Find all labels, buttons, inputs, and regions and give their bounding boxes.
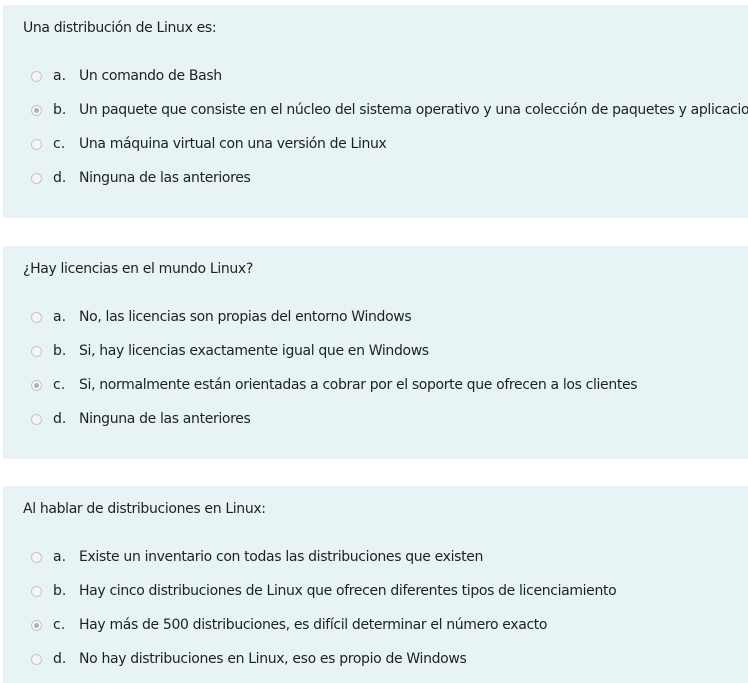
answer-option-1b[interactable]: b. Un paquete que consiste en el núcleo … <box>3 100 748 124</box>
radio-button[interactable] <box>31 586 42 597</box>
radio-button[interactable] <box>31 346 42 357</box>
answer-text: No, las licencias son propias del entorn… <box>79 309 412 325</box>
answer-letter: c. <box>53 377 66 393</box>
answer-letter: a. <box>53 68 67 84</box>
radio-button-selected[interactable] <box>31 620 42 631</box>
answer-option-2b[interactable]: b. Si, hay licencias exactamente igual q… <box>3 341 748 365</box>
answer-text: No hay distribuciones en Linux, eso es p… <box>79 651 467 667</box>
answer-letter: a. <box>53 309 67 325</box>
answer-option-1c[interactable]: c. Una máquina virtual con una versión d… <box>3 134 748 158</box>
answer-option-1a[interactable]: a. Un comando de Bash <box>3 66 748 90</box>
radio-button[interactable] <box>31 654 42 665</box>
question-card-3: Al hablar de distribuciones en Linux: a.… <box>3 486 748 683</box>
radio-button[interactable] <box>31 173 42 184</box>
answer-letter: d. <box>53 651 67 667</box>
radio-button[interactable] <box>31 552 42 563</box>
answer-letter: a. <box>53 549 67 565</box>
answer-option-3b[interactable]: b. Hay cinco distribuciones de Linux que… <box>3 581 748 605</box>
answer-letter: b. <box>53 102 67 118</box>
radio-button[interactable] <box>31 71 42 82</box>
answer-option-2a[interactable]: a. No, las licencias son propias del ent… <box>3 307 748 331</box>
answer-text: Ninguna de las anteriores <box>79 170 251 186</box>
answer-option-3c[interactable]: c. Hay más de 500 distribuciones, es dif… <box>3 615 748 639</box>
answer-option-2d[interactable]: d. Ninguna de las anteriores <box>3 409 748 433</box>
answer-text: Hay cinco distribuciones de Linux que of… <box>79 583 617 599</box>
answer-text: Ninguna de las anteriores <box>79 411 251 427</box>
radio-button[interactable] <box>31 139 42 150</box>
answer-text: Hay más de 500 distribuciones, es difíci… <box>79 617 548 633</box>
question-text: Una distribución de Linux es: <box>23 20 217 36</box>
answer-option-1d[interactable]: d. Ninguna de las anteriores <box>3 168 748 192</box>
answer-letter: c. <box>53 617 66 633</box>
radio-button-selected[interactable] <box>31 380 42 391</box>
answer-letter: b. <box>53 343 67 359</box>
answer-letter: b. <box>53 583 67 599</box>
answer-text: Un paquete que consiste en el núcleo del… <box>79 102 748 118</box>
answer-option-3a[interactable]: a. Existe un inventario con todas las di… <box>3 547 748 571</box>
answer-text: Una máquina virtual con una versión de L… <box>79 136 387 152</box>
radio-button-selected[interactable] <box>31 105 42 116</box>
answer-option-2c[interactable]: c. Si, normalmente están orientadas a co… <box>3 375 748 399</box>
question-text: ¿Hay licencias en el mundo Linux? <box>23 261 253 277</box>
question-card-1: Una distribución de Linux es: a. Un coma… <box>3 5 748 218</box>
answer-text: Un comando de Bash <box>79 68 222 84</box>
answer-option-3d[interactable]: d. No hay distribuciones en Linux, eso e… <box>3 649 748 673</box>
question-text: Al hablar de distribuciones en Linux: <box>23 501 266 517</box>
answer-letter: c. <box>53 136 66 152</box>
radio-button[interactable] <box>31 312 42 323</box>
answer-text: Si, hay licencias exactamente igual que … <box>79 343 429 359</box>
question-card-2: ¿Hay licencias en el mundo Linux? a. No,… <box>3 246 748 459</box>
answer-text: Si, normalmente están orientadas a cobra… <box>79 377 638 393</box>
radio-button[interactable] <box>31 414 42 425</box>
answer-letter: d. <box>53 411 67 427</box>
answer-text: Existe un inventario con todas las distr… <box>79 549 484 565</box>
answer-letter: d. <box>53 170 67 186</box>
